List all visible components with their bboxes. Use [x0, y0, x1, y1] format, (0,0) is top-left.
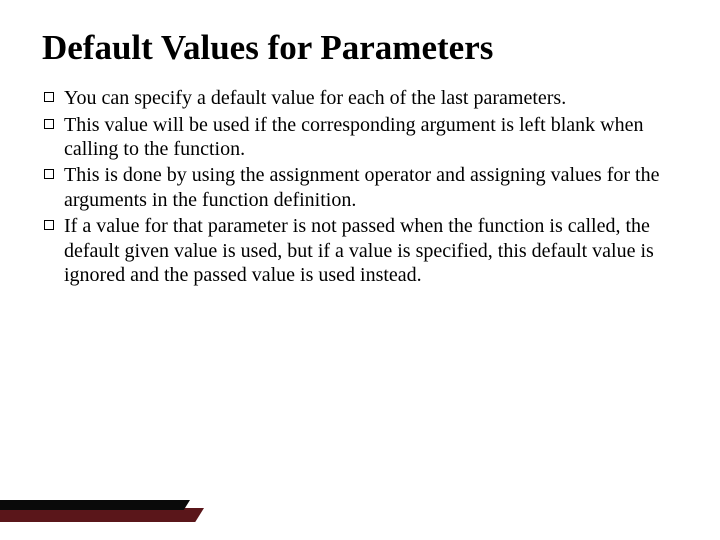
bullet-item: If a value for that parameter is not pas… — [64, 214, 678, 287]
bullet-text: You can specify a default value for each… — [64, 87, 566, 109]
slide-body: You can specify a default value for each… — [42, 86, 678, 287]
square-bullet-icon — [44, 220, 54, 230]
square-bullet-icon — [44, 92, 54, 102]
bullet-item: You can specify a default value for each… — [64, 86, 678, 110]
bullet-item: This is done by using the assignment ope… — [64, 163, 678, 212]
bullet-text: This value will be used if the correspon… — [64, 114, 644, 160]
accent-bar-black — [0, 500, 190, 510]
bullet-text: If a value for that parameter is not pas… — [64, 215, 654, 286]
bullet-text: This is done by using the assignment ope… — [64, 164, 659, 210]
slide: Default Values for Parameters You can sp… — [0, 0, 720, 540]
bullet-item: This value will be used if the correspon… — [64, 113, 678, 162]
slide-title: Default Values for Parameters — [42, 28, 678, 68]
accent-bar-maroon — [0, 508, 204, 522]
slide-accent-decoration — [0, 494, 210, 522]
square-bullet-icon — [44, 119, 54, 129]
square-bullet-icon — [44, 169, 54, 179]
